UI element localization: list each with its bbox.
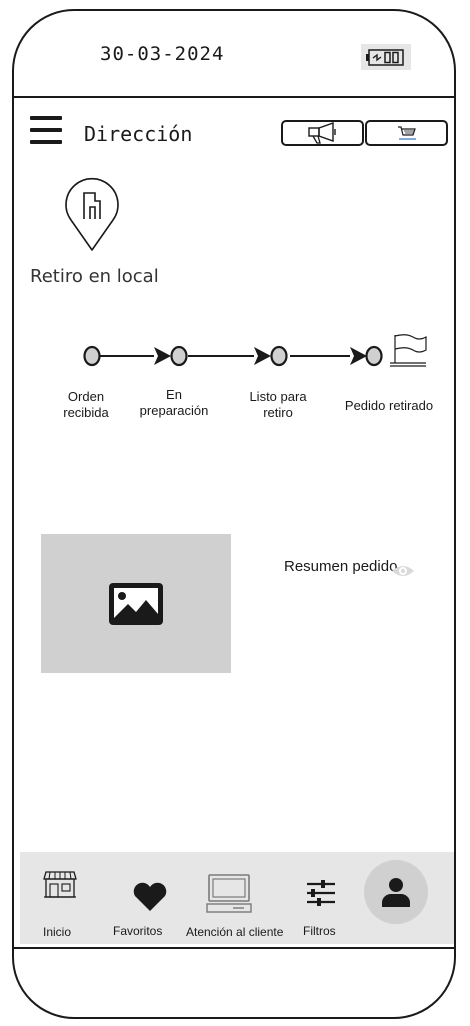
- battery-icon: [361, 44, 411, 70]
- page-title: Dirección: [84, 122, 193, 146]
- step-label-3: Listo para retiro: [249, 389, 307, 420]
- phone-frame: 30-03-2024 Dirección Retiro en local Ord…: [12, 9, 456, 1019]
- nav-item-atencion[interactable]: Atención al cliente: [178, 852, 298, 944]
- step-node-1: [83, 345, 101, 367]
- step-node-2: [170, 345, 188, 367]
- step-label-1: Orden recibida: [63, 389, 109, 420]
- step-label-4: Pedido retirado: [344, 398, 434, 413]
- store-icon: [43, 871, 77, 898]
- cart-button[interactable]: [365, 120, 448, 146]
- eye-icon[interactable]: [391, 563, 415, 579]
- nav-label-favoritos: Favoritos: [113, 924, 163, 938]
- sliders-icon: [307, 880, 335, 906]
- store-location-pin-icon: [64, 175, 120, 253]
- profile-button[interactable]: [364, 860, 428, 924]
- cart-icon: [397, 126, 416, 140]
- image-placeholder-icon: [109, 582, 163, 625]
- bottom-nav: Inicio Favoritos Atención al cliente Fil…: [20, 852, 454, 944]
- order-summary-link[interactable]: Resumen pedido: [284, 558, 397, 575]
- nav-label-atencion: Atención al cliente: [186, 925, 284, 939]
- status-date: 30-03-2024: [100, 43, 225, 65]
- arrow-2: [254, 347, 271, 365]
- arrow-1: [154, 347, 171, 365]
- user-avatar-icon: [382, 878, 410, 907]
- computer-icon: [206, 874, 252, 913]
- nav-item-filtros[interactable]: Filtros: [302, 852, 358, 944]
- nav-item-inicio[interactable]: Inicio: [20, 852, 100, 944]
- step-node-4: [365, 345, 383, 367]
- nav-label-inicio: Inicio: [43, 925, 72, 939]
- order-image: [41, 534, 231, 673]
- announcements-button[interactable]: [281, 120, 364, 146]
- home-area-divider: [14, 947, 454, 949]
- flag-icon: [390, 334, 427, 367]
- arrow-3: [350, 347, 367, 365]
- nav-label-filtros: Filtros: [303, 924, 336, 938]
- megaphone-icon: [307, 122, 336, 144]
- step-label-2: En preparación: [139, 387, 209, 418]
- order-progress: Orden recibida En preparación Listo para re…: [14, 333, 454, 433]
- hamburger-menu-icon[interactable]: [30, 116, 62, 144]
- step-node-3: [270, 345, 288, 367]
- heart-icon: [133, 882, 167, 911]
- pickup-label: Retiro en local: [30, 266, 159, 287]
- nav-item-favoritos[interactable]: Favoritos: [108, 852, 188, 944]
- status-divider: [14, 96, 454, 98]
